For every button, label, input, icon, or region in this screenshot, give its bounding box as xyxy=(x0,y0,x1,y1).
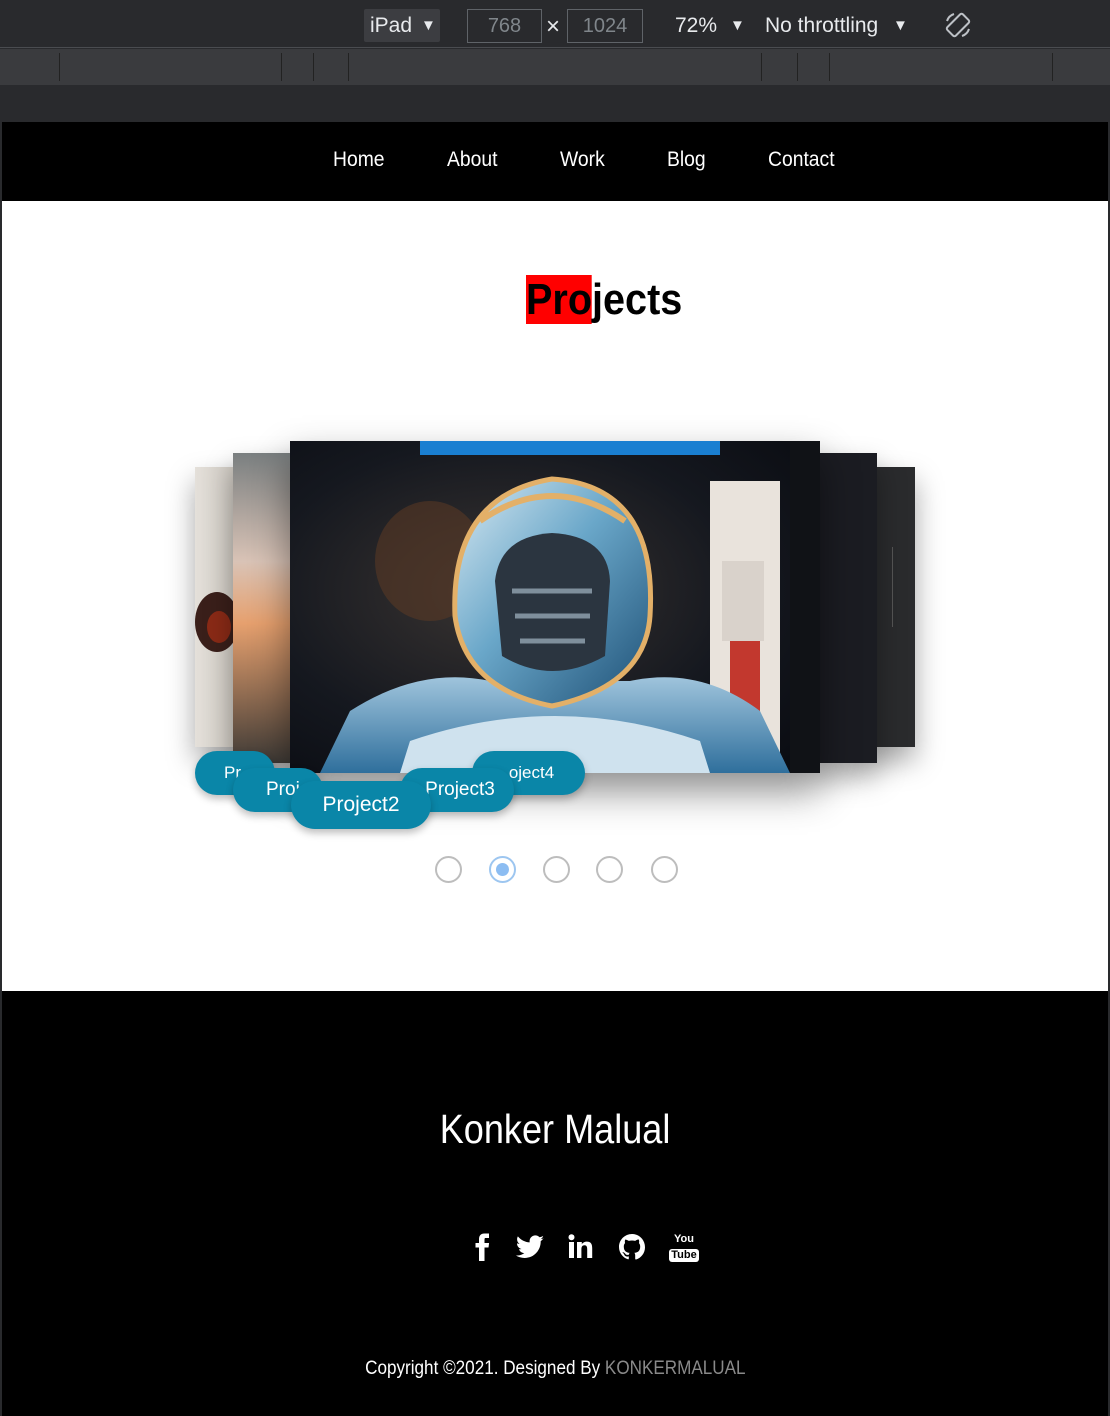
carousel-dot-5[interactable] xyxy=(651,856,678,883)
nav-item-blog[interactable]: Blog xyxy=(667,148,706,172)
devtools-canvas-gap xyxy=(0,85,1110,122)
carousel-pagination xyxy=(435,856,685,884)
device-select[interactable]: iPad ▼ xyxy=(364,9,440,42)
media-query-ruler xyxy=(0,49,1110,85)
carousel-dot-1[interactable] xyxy=(435,856,462,883)
projects-heading: Projects xyxy=(526,273,682,326)
carousel-dot-2[interactable] xyxy=(489,856,516,883)
devtools-device-toolbar: iPad ▼ 768 × 1024 72% ▼ No throttling ▼ xyxy=(0,0,1110,48)
twitter-icon[interactable] xyxy=(514,1231,546,1263)
viewport-height-input[interactable]: 1024 xyxy=(567,9,643,43)
project-card-active[interactable] xyxy=(290,441,820,773)
youtube-icon[interactable]: You Tube xyxy=(667,1231,701,1265)
project-card-active-label[interactable]: Project2 xyxy=(291,781,431,829)
github-icon[interactable] xyxy=(616,1231,648,1263)
throttling-select-label: No throttling xyxy=(765,14,879,37)
ruler-divider xyxy=(59,53,60,81)
project-card-4[interactable] xyxy=(812,453,877,763)
nav-item-about[interactable]: About xyxy=(447,148,497,172)
youtube-icon-top: You xyxy=(674,1233,694,1245)
site-footer: Konker Malual You Tube Copyright ©2021. … xyxy=(2,991,1108,1416)
designer-link[interactable]: KONKERMALUAL xyxy=(605,1358,746,1379)
carousel-dot-3[interactable] xyxy=(543,856,570,883)
carousel-dot-4[interactable] xyxy=(596,856,623,883)
footer-name-text: Konker Malual xyxy=(439,1106,671,1152)
dark-photo xyxy=(812,453,877,763)
chevron-down-icon: ▼ xyxy=(893,17,908,34)
chevron-down-icon: ▼ xyxy=(730,17,745,34)
ruler-divider xyxy=(348,53,349,81)
ruler-divider xyxy=(797,53,798,81)
robot-suit-photo xyxy=(290,441,820,773)
ruler-divider xyxy=(281,53,282,81)
facebook-icon[interactable] xyxy=(467,1231,499,1263)
ruler-divider xyxy=(761,53,762,81)
chevron-down-icon: ▼ xyxy=(421,17,436,34)
zoom-select-label: 72% xyxy=(675,14,718,37)
viewport-width-input[interactable]: 768 xyxy=(467,9,542,43)
linkedin-icon[interactable] xyxy=(565,1231,597,1263)
copyright-inner: Copyright ©2021. Designed By KONKERMALUA… xyxy=(365,1357,745,1381)
projects-heading-highlight: Pro xyxy=(526,275,593,324)
rotate-icon[interactable] xyxy=(944,11,972,39)
nav-item-home[interactable]: Home xyxy=(333,148,385,172)
throttling-select[interactable]: No throttling ▼ xyxy=(765,9,911,42)
ruler-divider xyxy=(313,53,314,81)
copyright-text: Copyright ©2021. Designed By xyxy=(364,1358,605,1379)
youtube-icon-bottom: Tube xyxy=(669,1249,699,1262)
projects-heading-rest: jects xyxy=(592,275,683,324)
copyright: Copyright ©2021. Designed By KONKERMALUA… xyxy=(2,1357,1108,1381)
ruler-divider xyxy=(829,53,830,81)
dimension-separator: × xyxy=(546,13,561,40)
main-nav: Home About Work Blog Contact xyxy=(2,122,1108,201)
device-select-label: iPad xyxy=(370,14,413,37)
device-viewport: Home About Work Blog Contact Projects Pr… xyxy=(2,122,1108,1416)
nav-item-contact[interactable]: Contact xyxy=(768,148,835,172)
zoom-select[interactable]: 72% ▼ xyxy=(675,9,747,42)
ruler-divider xyxy=(1052,53,1053,81)
nav-item-work[interactable]: Work xyxy=(560,148,605,172)
footer-name: Konker Malual xyxy=(2,1104,1108,1154)
